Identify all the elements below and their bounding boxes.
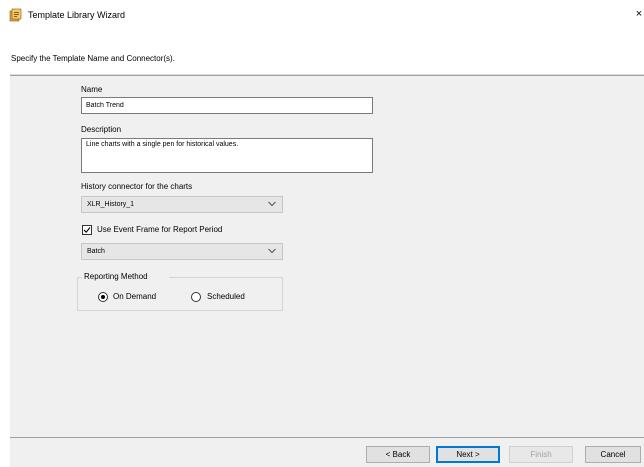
group-border-right [282, 277, 283, 311]
reporting-method-label: Reporting Method [84, 272, 148, 281]
checkmark-icon [83, 227, 91, 234]
step-instruction: Specify the Template Name and Connector(… [11, 54, 175, 63]
name-label: Name [81, 85, 103, 94]
description-label: Description [81, 125, 122, 134]
cancel-button[interactable]: Cancel [585, 446, 641, 463]
history-connector-dropdown[interactable]: XLR_History_1 [81, 196, 283, 213]
event-frame-dropdown[interactable]: Batch [81, 243, 283, 260]
radio-selected-dot [101, 295, 105, 299]
back-button[interactable]: < Back [366, 446, 430, 463]
group-border-top-right [169, 277, 283, 278]
name-input[interactable] [81, 97, 373, 114]
group-border-left [77, 277, 78, 311]
on-demand-radio[interactable] [98, 292, 108, 302]
chevron-down-icon [268, 248, 276, 254]
scheduled-label[interactable]: Scheduled [207, 292, 245, 302]
chevron-down-icon [268, 201, 276, 207]
group-border-bottom [77, 310, 283, 311]
on-demand-label[interactable]: On Demand [113, 292, 156, 302]
close-icon[interactable]: × [632, 5, 644, 23]
history-connector-value: XLR_History_1 [87, 201, 135, 208]
window-title: Template Library Wizard [28, 10, 126, 20]
event-frame-value: Batch [87, 248, 105, 255]
next-button[interactable]: Next > [436, 446, 500, 463]
template-library-icon [9, 8, 22, 22]
finish-button: Finish [509, 446, 573, 463]
event-frame-label[interactable]: Use Event Frame for Report Period [97, 225, 222, 235]
event-frame-checkbox[interactable] [82, 225, 92, 235]
history-connector-label: History connector for the charts [81, 182, 193, 191]
description-input[interactable]: Line charts with a single pen for histor… [81, 138, 373, 173]
scheduled-radio[interactable] [191, 292, 201, 302]
